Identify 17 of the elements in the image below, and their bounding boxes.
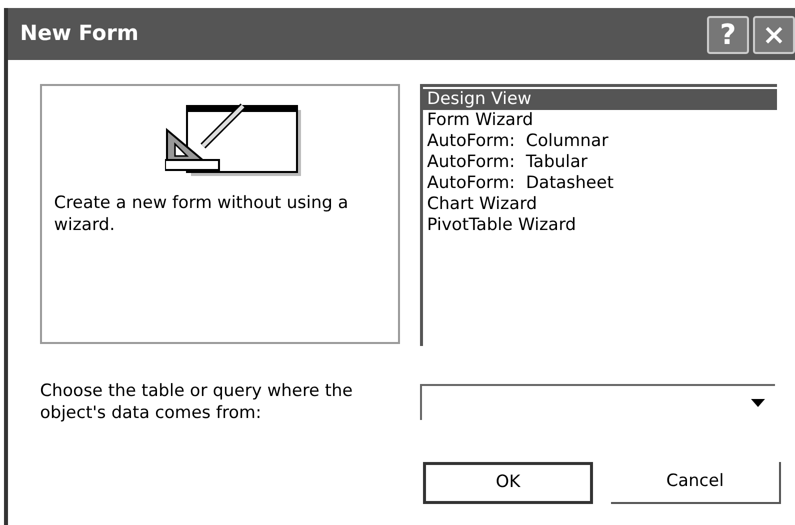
source-dropdown[interactable] — [420, 384, 775, 420]
help-button[interactable]: ? — [707, 16, 749, 54]
source-label: Choose the table or query where the object's data comes from: — [40, 380, 354, 424]
dropdown-arrow-icon — [751, 399, 765, 407]
list-item[interactable]: AutoForm: Columnar — [423, 131, 777, 152]
list-item[interactable]: Chart Wizard — [423, 194, 777, 215]
cancel-button[interactable]: Cancel — [611, 462, 781, 504]
window-title: New Form — [20, 20, 139, 48]
list-item[interactable]: AutoForm: Tabular — [423, 152, 777, 173]
list-item[interactable]: AutoForm: Datasheet — [423, 173, 777, 194]
list-item[interactable]: Form Wizard — [423, 110, 777, 131]
list-item[interactable]: PivotTable Wizard — [423, 215, 777, 236]
options-list[interactable]: Design View Form Wizard AutoForm: Columnar AutoForm: Tabular AutoForm: Datasheet Chart Wizard PivotTable Wizard — [420, 84, 777, 346]
list-item[interactable]: Design View — [423, 89, 777, 110]
description-text: Create a new form without using a wizard. — [54, 192, 350, 236]
close-button[interactable]: × — [753, 16, 795, 54]
ok-button[interactable]: OK — [423, 462, 593, 504]
